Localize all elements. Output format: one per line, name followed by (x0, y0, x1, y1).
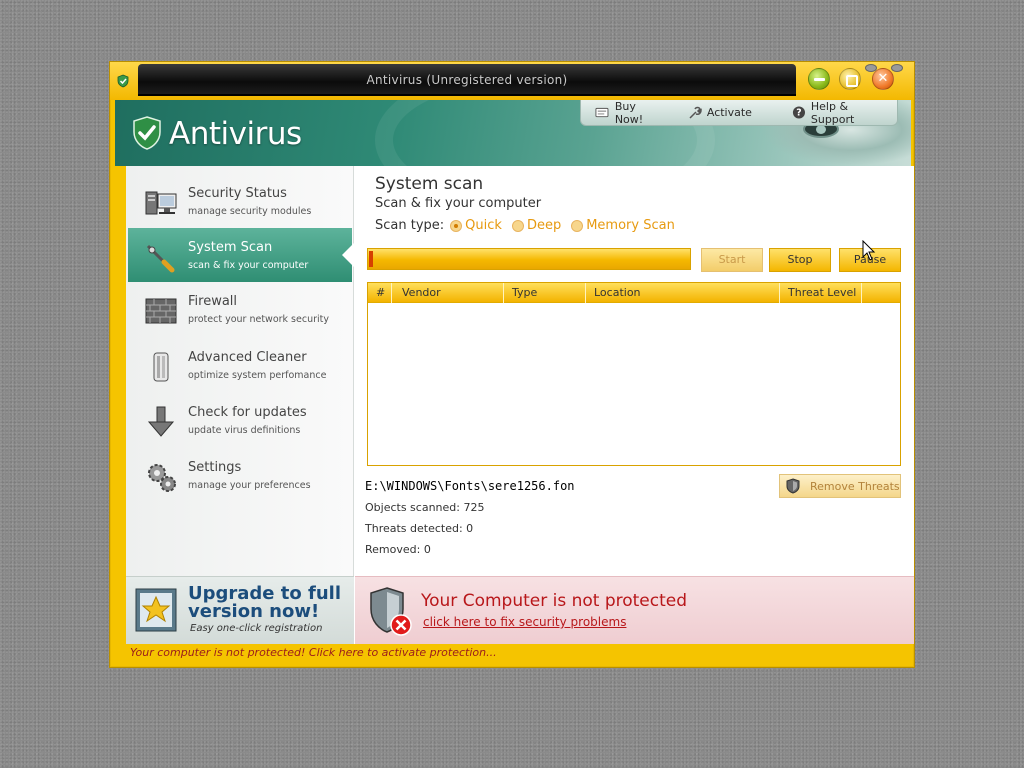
scan-type-quick-radio[interactable]: Quick (450, 218, 502, 233)
stop-button[interactable]: Stop (769, 248, 831, 272)
sidebar-item-title: Settings (188, 460, 242, 475)
column-header-threat-level[interactable]: Threat Level (780, 283, 862, 303)
scan-type-memory-radio[interactable]: Memory Scan (571, 218, 675, 233)
activate-label: Activate (706, 106, 752, 119)
brick-wall-icon (145, 298, 177, 324)
status-bar-message[interactable]: Your computer is not protected! Click he… (130, 646, 497, 659)
sidebar-item-title: System Scan (188, 240, 273, 255)
scan-type-deep-radio[interactable]: Deep (511, 218, 562, 233)
sidebar-item-title: Security Status (188, 186, 287, 201)
page-subtitle: Scan & fix your computer (375, 196, 542, 211)
shield-logo-icon (133, 116, 161, 150)
close-button[interactable]: ✕ (872, 68, 894, 90)
maximize-button[interactable] (839, 68, 861, 90)
upgrade-subtitle: Easy one-click registration (190, 623, 323, 634)
sidebar-item-subtitle: manage security modules (188, 206, 312, 217)
sidebar-item-title: Check for updates (188, 405, 307, 420)
upgrade-title: Upgrade to full version now! (188, 583, 341, 622)
threats-detected: Threats detected: 0 (365, 522, 474, 535)
cleaner-icon (153, 352, 169, 382)
radio-selected-icon (450, 219, 463, 232)
sidebar-item-subtitle: optimize system perfomance (188, 370, 327, 381)
threats-removed: Removed: 0 (365, 543, 431, 556)
shield-check-icon (117, 74, 129, 88)
radio-label: Memory Scan (586, 218, 675, 233)
radio-label: Quick (465, 218, 502, 233)
scan-tool-icon (146, 244, 175, 273)
decor-knob (891, 64, 903, 72)
upgrade-banner[interactable]: Upgrade to full version now! Easy one-cl… (126, 576, 354, 644)
sidebar-item-check-updates[interactable]: Check for updates update virus definitio… (128, 393, 352, 447)
sidebar-item-firewall[interactable]: Firewall protect your network security (128, 282, 352, 336)
objects-scanned: Objects scanned: 725 (365, 501, 485, 514)
page-title: System scan (375, 174, 484, 194)
start-button[interactable]: Start (701, 248, 763, 272)
window-title: Antivirus (Unregistered version) (366, 73, 568, 87)
sidebar-item-subtitle: protect your network security (188, 314, 329, 325)
radio-icon (511, 219, 524, 232)
scan-progress-bar (367, 248, 691, 270)
sidebar-item-advanced-cleaner[interactable]: Advanced Cleaner optimize system perfoma… (128, 338, 352, 392)
remove-threats-label: Remove Threats (810, 479, 900, 493)
buy-now-link[interactable]: Buy Now! (587, 99, 672, 126)
alert-title: Your Computer is not protected (421, 591, 688, 611)
brand-name: Antivirus (169, 116, 302, 152)
help-icon: ? (792, 106, 805, 119)
close-icon: ✕ (877, 71, 889, 86)
gears-icon (148, 464, 176, 492)
table-header: # Vendor Type Location Threat Level (368, 283, 900, 303)
wrench-icon (689, 106, 702, 119)
top-links-bar: Buy Now! Activate ? Help & Support (580, 100, 898, 126)
shield-warning-icon (370, 587, 412, 636)
main-panel: System scan Scan & fix your computer Sca… (355, 166, 914, 576)
app-window: Antivirus (Unregistered version) ✕ Antiv… (109, 61, 915, 668)
download-arrow-icon (147, 406, 175, 437)
sidebar-item-title: Advanced Cleaner (188, 350, 307, 365)
sidebar: Security Status manage security modules … (126, 166, 354, 644)
content-frame: Security Status manage security modules … (126, 166, 914, 644)
column-header-type[interactable]: Type (504, 283, 586, 303)
sidebar-item-subtitle: update virus definitions (188, 425, 301, 436)
minimize-button[interactable] (808, 68, 830, 90)
radio-label: Deep (526, 218, 562, 233)
star-box-icon (135, 588, 177, 632)
shield-icon (786, 478, 800, 494)
sidebar-item-subtitle: scan & fix your computer (188, 260, 309, 271)
scan-type-group: Scan type: Quick Deep Memory Scan (375, 218, 675, 233)
help-support-link[interactable]: ? Help & Support (784, 99, 897, 126)
svg-text:?: ? (796, 108, 801, 119)
column-header-location[interactable]: Location (586, 283, 780, 303)
column-header-number[interactable]: # (368, 283, 392, 303)
progress-fill (369, 251, 373, 267)
activate-link[interactable]: Activate (680, 101, 760, 125)
sidebar-item-subtitle: manage your preferences (188, 480, 311, 491)
scan-type-label: Scan type: (375, 218, 445, 233)
column-header-vendor[interactable]: Vendor (392, 283, 504, 303)
decor-knob (865, 64, 877, 72)
title-bar[interactable]: Antivirus (Unregistered version) ✕ (110, 62, 914, 100)
protection-alert: Your Computer is not protected click her… (355, 576, 914, 644)
threats-table[interactable]: # Vendor Type Location Threat Level (367, 282, 901, 466)
mouse-pointer-icon (862, 240, 876, 261)
sidebar-item-system-scan[interactable]: System Scan scan & fix your computer (128, 228, 354, 282)
buy-now-label: Buy Now! (614, 99, 644, 126)
sidebar-item-title: Firewall (188, 294, 238, 309)
fix-problems-link[interactable]: click here to fix security problems (423, 615, 626, 629)
sidebar-item-security-status[interactable]: Security Status manage security modules (128, 174, 352, 228)
cart-icon (595, 107, 609, 117)
radio-icon (571, 219, 584, 232)
help-support-label: Help & Support (810, 99, 855, 126)
current-file-path: E:\WINDOWS\Fonts\sere1256.fon (365, 479, 575, 493)
sidebar-item-settings[interactable]: Settings manage your preferences (128, 448, 352, 502)
remove-threats-button[interactable]: Remove Threats (779, 474, 901, 498)
computer-icon (145, 191, 177, 215)
